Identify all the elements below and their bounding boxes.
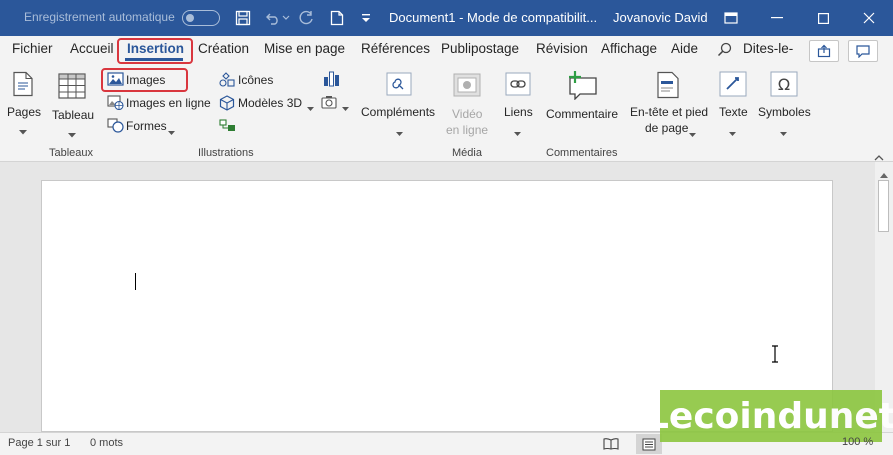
pages-button[interactable]: Pages	[7, 105, 41, 119]
print-layout-icon[interactable]	[636, 434, 662, 454]
autosave-label: Enregistrement automatique	[24, 10, 175, 24]
table-icon	[58, 73, 86, 102]
group-label-commentaires: Commentaires	[546, 147, 618, 159]
entete-pied-dropdown-icon[interactable]	[689, 126, 696, 140]
group-label-tableaux: Tableaux	[49, 147, 94, 159]
symboles-dropdown-icon[interactable]	[780, 125, 787, 139]
tableau-button[interactable]: Tableau	[52, 108, 94, 122]
tab-fichier[interactable]: Fichier	[12, 41, 53, 56]
new-comment-icon	[566, 70, 598, 103]
new-document-icon[interactable]	[327, 8, 347, 28]
tab-creation[interactable]: Création	[198, 41, 249, 56]
minimize-icon[interactable]	[760, 4, 794, 32]
undo-dropdown-icon[interactable]	[280, 8, 292, 28]
video-en-ligne-label-2[interactable]: en ligne	[446, 123, 488, 137]
tab-accueil[interactable]: Accueil	[70, 41, 114, 56]
images-button-highlight	[101, 68, 188, 92]
text-icon	[719, 71, 747, 100]
screenshot-icon[interactable]	[321, 95, 337, 112]
svg-text:Ω: Ω	[778, 75, 790, 94]
page-count[interactable]: Page 1 sur 1	[8, 437, 70, 449]
maximize-icon[interactable]	[806, 4, 840, 32]
modeles-3d-button[interactable]: Modèles 3D	[238, 96, 302, 110]
header-footer-icon	[656, 71, 680, 102]
group-label-media: Média	[452, 147, 482, 159]
ibeam-cursor-icon	[770, 345, 780, 366]
lightbulb-search-icon[interactable]	[717, 42, 733, 61]
autosave-toggle[interactable]	[182, 10, 220, 26]
modeles-3d-dropdown-icon[interactable]	[307, 100, 314, 114]
chart-icon[interactable]	[322, 71, 340, 90]
ribbon-display-options-icon[interactable]	[714, 4, 748, 32]
images-en-ligne-button[interactable]: Images en ligne	[126, 96, 211, 110]
icons-icon	[219, 72, 235, 91]
close-icon[interactable]	[852, 4, 886, 32]
texte-dropdown-icon[interactable]	[729, 125, 736, 139]
tell-me-input[interactable]: Dites-le-	[743, 41, 793, 56]
entete-pied-label-1[interactable]: En-tête et pied	[630, 105, 708, 119]
tab-affichage[interactable]: Affichage	[601, 41, 657, 56]
add-ins-icon	[386, 72, 412, 99]
entete-pied-label-2[interactable]: de page	[645, 121, 688, 135]
group-label-illustrations: Illustrations	[198, 147, 254, 159]
tableau-dropdown-icon[interactable]	[68, 127, 76, 141]
tab-mise-en-page[interactable]: Mise en page	[264, 41, 345, 56]
tab-publipostage[interactable]: Publipostage	[441, 41, 519, 56]
liens-button[interactable]: Liens	[504, 105, 533, 119]
redo-icon[interactable]	[297, 8, 317, 28]
text-cursor	[135, 273, 136, 290]
icones-button[interactable]: Icônes	[238, 73, 273, 87]
tab-aide[interactable]: Aide	[671, 41, 698, 56]
scrollbar-thumb[interactable]	[878, 180, 889, 232]
liens-dropdown-icon[interactable]	[514, 125, 521, 139]
tab-references[interactable]: Références	[361, 41, 430, 56]
online-images-icon	[107, 95, 124, 113]
links-icon	[505, 72, 531, 99]
document-title: Document1 - Mode de compatibilit...	[389, 10, 598, 25]
user-name[interactable]: Jovanovic David	[613, 10, 708, 25]
scroll-up-icon[interactable]	[880, 167, 888, 181]
formes-dropdown-icon[interactable]	[168, 124, 175, 138]
3d-models-icon	[219, 95, 235, 114]
save-icon[interactable]	[233, 8, 253, 28]
pages-icon	[12, 71, 34, 100]
texte-button[interactable]: Texte	[719, 105, 748, 119]
online-video-icon	[453, 73, 481, 100]
tab-revision[interactable]: Révision	[536, 41, 588, 56]
watermark-logo: Lecoindunet	[646, 390, 893, 442]
pages-dropdown-icon[interactable]	[19, 124, 27, 138]
complements-button[interactable]: Compléments	[361, 105, 435, 119]
comments-button[interactable]	[848, 40, 878, 62]
share-button[interactable]	[809, 40, 839, 62]
zoom-level[interactable]: 100 %	[842, 436, 873, 448]
screenshot-dropdown-icon[interactable]	[342, 100, 349, 114]
word-count[interactable]: 0 mots	[90, 437, 123, 449]
complements-dropdown-icon[interactable]	[396, 125, 403, 139]
smartart-icon[interactable]	[219, 118, 236, 136]
symbols-icon: Ω	[770, 71, 798, 100]
customize-toolbar-icon[interactable]	[356, 8, 376, 28]
formes-button[interactable]: Formes	[126, 119, 167, 133]
video-en-ligne-label-1[interactable]: Vidéo	[452, 107, 482, 121]
shapes-icon	[107, 118, 124, 136]
active-tab-indicator	[125, 58, 183, 61]
title-bar: Enregistrement automatique Document1 - M…	[0, 0, 893, 36]
symboles-button[interactable]: Symboles	[758, 105, 811, 119]
commentaire-button[interactable]: Commentaire	[546, 107, 618, 121]
read-mode-icon[interactable]	[603, 437, 619, 453]
